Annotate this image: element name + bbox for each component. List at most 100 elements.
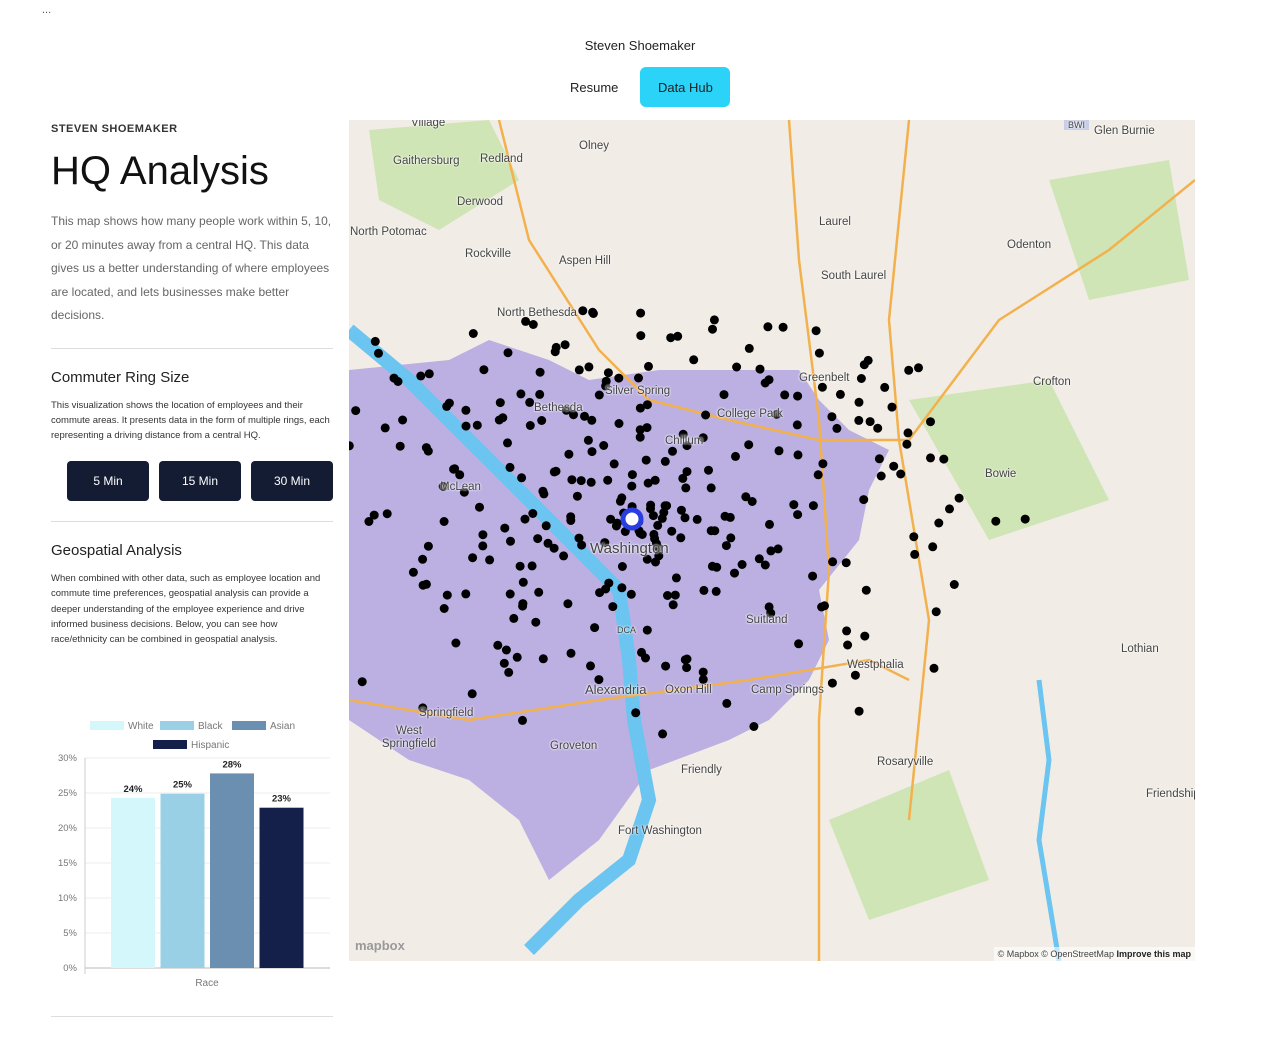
bar-white[interactable] xyxy=(111,797,155,968)
employee-dot xyxy=(627,470,637,480)
employee-dot xyxy=(682,654,692,664)
employee-dot xyxy=(676,533,686,543)
hq-marker[interactable] xyxy=(620,507,644,531)
employee-dot xyxy=(398,415,408,425)
place-label: Camp Springs xyxy=(751,684,824,696)
employee-dot xyxy=(730,568,739,578)
employee-dot xyxy=(763,322,773,332)
employee-dot xyxy=(418,554,428,564)
employee-dot xyxy=(698,667,708,677)
employee-dot xyxy=(928,542,938,552)
employee-dot xyxy=(1020,514,1030,524)
employee-dot xyxy=(534,587,544,597)
page-title: HQ Analysis xyxy=(51,149,269,193)
employee-dot xyxy=(749,722,759,731)
map-canvas[interactable] xyxy=(349,120,1195,961)
place-label: Chillum xyxy=(665,435,704,447)
employee-dot xyxy=(609,459,619,469)
y-tick-label: 15% xyxy=(58,858,78,869)
employee-dot xyxy=(444,398,454,408)
employee-dot xyxy=(351,406,361,416)
place-label: Friendship xyxy=(1146,788,1195,800)
employee-dot xyxy=(820,601,829,611)
employee-dot xyxy=(635,425,645,435)
bar-hispanic[interactable] xyxy=(259,807,304,968)
employee-dot xyxy=(603,475,613,485)
place-label: Rockville xyxy=(465,248,512,260)
place-label: Suitland xyxy=(746,614,788,626)
employee-dot xyxy=(517,473,527,483)
improve-map-link[interactable]: Improve this map xyxy=(1116,949,1191,959)
employee-dot xyxy=(461,589,471,599)
y-tick-label: 0% xyxy=(63,963,77,974)
employee-dot xyxy=(583,435,593,445)
employee-dot xyxy=(704,465,713,475)
employee-dot xyxy=(461,421,471,431)
place-label: Glen Burnie xyxy=(1094,125,1155,137)
place-label: Springfield xyxy=(419,707,474,719)
employee-dot xyxy=(612,518,622,528)
employee-dot xyxy=(442,590,452,600)
employee-dot xyxy=(461,405,471,415)
employee-dot xyxy=(541,521,551,531)
employee-dot xyxy=(439,604,449,613)
data-label: 28% xyxy=(222,759,242,770)
15-min-button[interactable]: 15 Min xyxy=(159,461,241,502)
employee-dot xyxy=(531,617,541,627)
map[interactable]: Village Olney Gaithersburg Redland Derwo… xyxy=(349,120,1195,961)
employee-dot xyxy=(709,315,719,325)
menu-ellipsis[interactable]: ... xyxy=(42,4,51,16)
employee-dot xyxy=(559,551,569,561)
employee-dot xyxy=(706,526,716,536)
employee-dot xyxy=(380,423,390,433)
race-bar-chart: White Black Asian Hispanic 0% 5% 10% 15% 20% 25% 3… xyxy=(58,721,330,989)
employee-dot xyxy=(538,486,548,496)
place-label: Greenbelt xyxy=(799,372,850,384)
place-label: Groveton xyxy=(550,740,598,752)
bar-asian[interactable] xyxy=(210,773,254,968)
employee-dot xyxy=(926,453,935,463)
employee-dot xyxy=(668,600,678,610)
employee-dot xyxy=(374,348,383,358)
nav-data-hub[interactable]: Data Hub xyxy=(640,67,731,107)
employee-dot xyxy=(778,322,788,332)
employee-dot xyxy=(627,481,637,491)
place-label: Bethesda xyxy=(534,402,583,414)
employee-dot xyxy=(603,368,613,378)
employee-dot xyxy=(744,440,754,450)
place-label: College Park xyxy=(717,408,783,420)
employee-dot xyxy=(646,500,656,510)
airport-label: DCA xyxy=(617,625,637,635)
employee-dot xyxy=(755,364,765,374)
attribution-text[interactable]: © Mapbox © OpenStreetMap xyxy=(998,949,1114,959)
employee-dot xyxy=(505,589,515,599)
employee-dot xyxy=(512,652,522,662)
eyebrow: STEVEN SHOEMAKER xyxy=(51,123,178,135)
employee-dot xyxy=(874,454,884,464)
employee-dot xyxy=(904,365,914,375)
nav-resume[interactable]: Resume xyxy=(560,70,628,105)
employee-dot xyxy=(711,586,721,596)
employee-dot xyxy=(689,355,699,365)
30-min-button[interactable]: 30 Min xyxy=(251,461,333,502)
employee-dot xyxy=(828,557,838,567)
employee-dot xyxy=(876,471,886,481)
employee-dot xyxy=(537,416,547,425)
5-min-button[interactable]: 5 Min xyxy=(67,461,149,502)
mapbox-logo[interactable]: mapbox xyxy=(355,938,405,953)
employee-dot xyxy=(854,415,864,425)
employee-dot xyxy=(902,439,912,449)
employee-dot xyxy=(896,469,906,479)
bar-black[interactable] xyxy=(160,793,205,968)
employee-dot xyxy=(774,446,784,456)
employee-dot xyxy=(931,607,941,617)
site-name[interactable]: Steven Shoemaker xyxy=(0,38,1280,53)
employee-dot xyxy=(590,623,600,633)
employee-dot xyxy=(657,513,667,523)
employee-dot xyxy=(789,500,799,510)
employee-dot xyxy=(760,560,770,570)
employee-dot xyxy=(560,340,570,350)
employee-dot xyxy=(479,365,489,375)
employee-dot xyxy=(861,585,871,595)
employee-dot xyxy=(505,462,515,472)
